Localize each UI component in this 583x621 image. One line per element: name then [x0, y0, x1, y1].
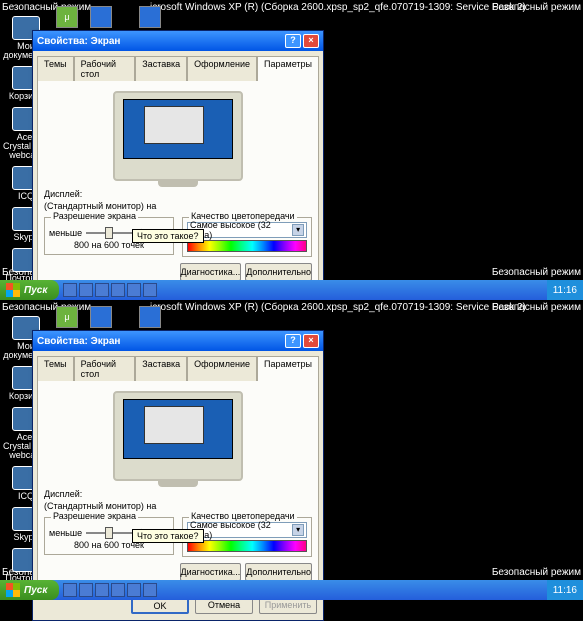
chevron-down-icon: ▾ [292, 224, 304, 236]
color-preview-strip [187, 540, 307, 552]
ql-item[interactable] [111, 583, 125, 597]
display-properties-dialog: Свойства: Экран ? × Темы Рабочий стол За… [32, 330, 324, 621]
ql-item[interactable] [127, 583, 141, 597]
shortcut-net[interactable] [139, 6, 161, 28]
advanced-button[interactable]: Дополнительно [245, 263, 312, 281]
ql-item[interactable] [95, 583, 109, 597]
tab-desktop[interactable]: Рабочий стол [74, 56, 136, 81]
monitor-preview [113, 91, 243, 181]
ql-item[interactable] [95, 283, 109, 297]
display-label: Дисплей: [44, 489, 312, 499]
dialog-title: Свойства: Экран [37, 336, 120, 347]
system-tray[interactable]: 11:16 [547, 580, 583, 600]
clock: 11:16 [553, 585, 577, 596]
advanced-button[interactable]: Дополнительно [245, 563, 312, 581]
system-tray[interactable]: 11:16 [547, 280, 583, 300]
ql-item[interactable] [63, 283, 77, 297]
ql-item[interactable] [79, 283, 93, 297]
ql-item[interactable] [111, 283, 125, 297]
tab-appearance[interactable]: Оформление [187, 356, 257, 381]
display-label: Дисплей: [44, 189, 312, 199]
diagnostics-button[interactable]: Диагностика... [180, 563, 242, 581]
tab-themes[interactable]: Темы [37, 356, 74, 381]
ql-item[interactable] [143, 583, 157, 597]
tab-strip: Темы Рабочий стол Заставка Оформление Па… [33, 51, 323, 80]
help-button[interactable]: ? [285, 34, 301, 48]
dialog-titlebar[interactable]: Свойства: Экран ? × [33, 31, 323, 51]
tab-body-settings: Дисплей: (Стандартный монитор) на Разреш… [37, 380, 319, 588]
safe-mode-corner: Безопасный режим [492, 567, 581, 578]
whats-this-tooltip[interactable]: Что это такое? [132, 229, 204, 243]
close-button[interactable]: × [303, 334, 319, 348]
tab-settings[interactable]: Параметры [257, 356, 319, 381]
windows-logo-icon [6, 283, 20, 297]
ql-item[interactable] [79, 583, 93, 597]
help-button[interactable]: ? [285, 334, 301, 348]
display-properties-dialog: Свойства: Экран ? × Темы Рабочий стол За… [32, 30, 324, 321]
quick-launch [63, 283, 157, 297]
safe-mode-corner: Безопасный режим [492, 2, 581, 13]
monitor-preview [113, 391, 243, 481]
dialog-titlebar[interactable]: Свойства: Экран ? × [33, 331, 323, 351]
quick-launch [63, 583, 157, 597]
tab-desktop[interactable]: Рабочий стол [74, 356, 136, 381]
clock: 11:16 [553, 285, 577, 296]
shortcut-net[interactable] [139, 306, 161, 328]
tab-settings[interactable]: Параметры [257, 56, 319, 81]
tab-screensaver[interactable]: Заставка [135, 356, 187, 381]
os-build-text: icrosoft Windows XP (R) (Сборка 2600.xps… [150, 302, 526, 313]
ql-item[interactable] [63, 583, 77, 597]
display-value: (Стандартный монитор) на [44, 501, 312, 511]
windows-logo-icon [6, 583, 20, 597]
taskbar: Пуск 11:16 [0, 580, 583, 600]
shortcut-utorrent[interactable]: μ [56, 6, 78, 28]
ql-item[interactable] [143, 283, 157, 297]
display-value: (Стандартный монитор) на [44, 201, 312, 211]
start-button[interactable]: Пуск [0, 280, 59, 300]
color-quality-dropdown[interactable]: Самое высокое (32 бита) ▾ [187, 222, 307, 238]
taskbar: Пуск 11:16 [0, 280, 583, 300]
diagnostics-button[interactable]: Диагностика... [180, 263, 242, 281]
color-quality-dropdown[interactable]: Самое высокое (32 бита) ▾ [187, 522, 307, 538]
whats-this-tooltip[interactable]: Что это такое? [132, 529, 204, 543]
safe-mode-corner: Безопасный режим [492, 302, 581, 313]
tab-screensaver[interactable]: Заставка [135, 56, 187, 81]
os-build-text: icrosoft Windows XP (R) (Сборка 2600.xps… [150, 2, 526, 13]
resolution-slider[interactable] [86, 232, 133, 234]
dialog-title: Свойства: Экран [37, 36, 120, 47]
tab-body-settings: Дисплей: (Стандартный монитор) на Разреш… [37, 80, 319, 288]
tab-appearance[interactable]: Оформление [187, 56, 257, 81]
shortcut-screenshot[interactable] [90, 306, 112, 328]
start-button[interactable]: Пуск [0, 580, 59, 600]
tab-themes[interactable]: Темы [37, 56, 74, 81]
tab-strip: Темы Рабочий стол Заставка Оформление Па… [33, 351, 323, 380]
resolution-slider[interactable] [86, 532, 133, 534]
ql-item[interactable] [127, 283, 141, 297]
chevron-down-icon: ▾ [292, 524, 304, 536]
shortcut-utorrent[interactable]: μ [56, 306, 78, 328]
close-button[interactable]: × [303, 34, 319, 48]
safe-mode-corner: Безопасный режим [492, 267, 581, 278]
color-preview-strip [187, 240, 307, 252]
shortcut-screenshot[interactable] [90, 6, 112, 28]
